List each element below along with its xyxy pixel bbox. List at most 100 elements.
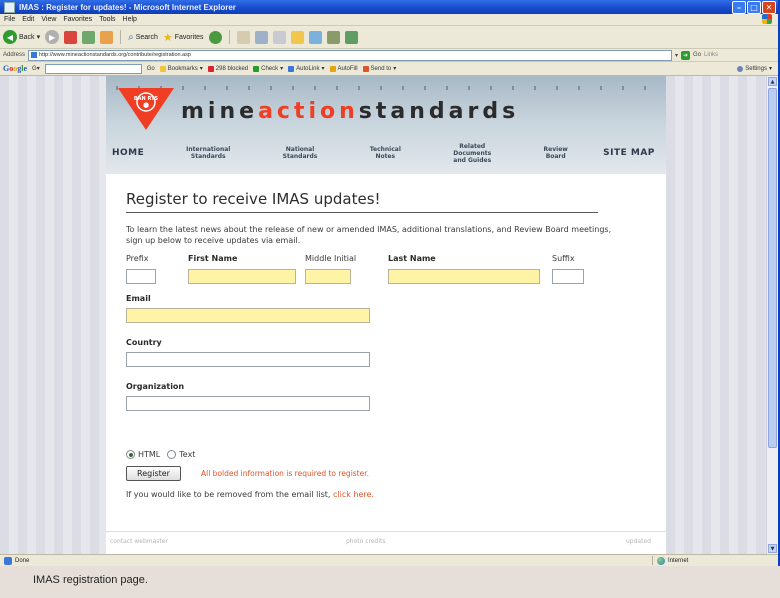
first-name-input[interactable] xyxy=(188,269,296,284)
page-footer: contact webmaster photo credits updated xyxy=(106,531,666,552)
scroll-up-arrow-icon[interactable]: ▲ xyxy=(768,77,777,86)
window-title: IMAS : Register for updates! - Microsoft… xyxy=(19,2,236,12)
favorites-button[interactable]: ★ Favorites xyxy=(163,31,204,44)
menu-tools[interactable]: Tools xyxy=(99,16,115,23)
address-bar: Address http://www.mineactionstandards.o… xyxy=(0,49,778,62)
google-g-dropdown[interactable]: G▾ xyxy=(32,65,40,72)
autofill-button[interactable]: AutoFill xyxy=(329,65,358,72)
address-label: Address xyxy=(3,52,26,58)
updated-text: updated xyxy=(626,538,651,545)
bookmarks-button[interactable]: Bookmarks ▾ xyxy=(159,65,203,72)
site-logo-wordmark[interactable]: mineactionstandards xyxy=(181,99,519,124)
refresh-icon[interactable] xyxy=(82,30,96,44)
autolink-button[interactable]: AutoLink ▾ xyxy=(288,65,325,72)
popup-blocker-button[interactable]: 298 blocked xyxy=(207,65,248,72)
windows-logo-icon xyxy=(762,14,772,24)
address-url: http://www.mineactionstandards.org/contr… xyxy=(39,52,191,58)
google-go-button[interactable]: Go xyxy=(147,66,155,72)
home-icon[interactable] xyxy=(100,30,114,44)
spellcheck-button[interactable]: Check ▾ xyxy=(253,65,283,72)
photo-credits-link[interactable]: photo credits xyxy=(346,538,386,545)
mine-warning-logo-icon[interactable]: BAN RTS ● xyxy=(116,84,176,132)
settings-icon xyxy=(737,65,744,72)
zone-label: Internet xyxy=(668,557,689,564)
intro-text: To learn the latest news about the relea… xyxy=(126,225,612,245)
middle-initial-input[interactable] xyxy=(305,269,351,284)
addon-icon[interactable] xyxy=(344,30,358,44)
register-button[interactable]: Register xyxy=(126,466,181,481)
settings-button[interactable]: Settings ▾ xyxy=(737,65,772,72)
forward-button[interactable]: ▶ xyxy=(45,30,60,44)
organization-label: Organization xyxy=(126,382,185,391)
title-divider xyxy=(126,212,598,213)
google-search-input[interactable] xyxy=(44,63,142,74)
menu-view[interactable]: View xyxy=(41,16,56,23)
back-label: Back xyxy=(19,33,35,41)
first-name-label: First Name xyxy=(188,254,238,263)
header-dot-pattern xyxy=(116,86,661,90)
page-viewport[interactable]: BAN RTS ● mineactionstandards HOME Inter… xyxy=(0,76,766,554)
search-icon: ⌕ xyxy=(128,31,134,43)
favorites-label: Favorites xyxy=(174,33,204,41)
google-toolbar: Google G▾ Go Bookmarks ▾ 298 blocked Chec… xyxy=(0,62,778,76)
menu-edit[interactable]: Edit xyxy=(22,16,34,23)
check-icon xyxy=(253,65,260,72)
stop-icon[interactable] xyxy=(64,30,78,44)
send-icon xyxy=(362,65,369,72)
prefix-input[interactable] xyxy=(126,269,156,284)
text-radio[interactable] xyxy=(167,450,177,459)
menu-help[interactable]: Help xyxy=(123,16,137,23)
go-button[interactable]: ➜ xyxy=(681,50,691,60)
go-label: Go xyxy=(693,52,702,58)
unsubscribe-link[interactable]: click here. xyxy=(333,490,374,499)
send-to-button[interactable]: Send to ▾ xyxy=(362,65,396,72)
messenger-icon[interactable] xyxy=(308,30,322,44)
email-input[interactable] xyxy=(126,308,370,323)
nav-technical-notes[interactable]: Technical Notes xyxy=(344,146,428,160)
minimize-button[interactable]: – xyxy=(732,1,746,14)
scroll-thumb[interactable] xyxy=(768,88,777,448)
mail-icon[interactable] xyxy=(236,30,250,44)
country-input[interactable] xyxy=(126,352,370,367)
ie-icon xyxy=(4,1,15,13)
organization-input[interactable] xyxy=(126,396,370,411)
menu-bar: File Edit View Favorites Tools Help xyxy=(0,14,778,26)
research-icon[interactable] xyxy=(326,30,340,44)
nav-related-documents[interactable]: Related Documents and Guides xyxy=(427,143,517,164)
back-button[interactable]: ◀ Back ▾ xyxy=(3,30,40,44)
autolink-icon xyxy=(288,65,295,72)
figure-caption: IMAS registration page. xyxy=(33,574,148,586)
nav-international-standards[interactable]: International Standards xyxy=(160,146,257,160)
last-name-input[interactable] xyxy=(388,269,540,284)
back-arrow-icon: ◀ xyxy=(3,30,17,44)
history-icon[interactable] xyxy=(208,30,222,44)
close-button[interactable]: ✕ xyxy=(762,1,776,14)
html-radio[interactable] xyxy=(126,450,135,459)
menu-file[interactable]: File xyxy=(4,16,15,23)
unsubscribe-prefix: If you would like to be removed from the… xyxy=(126,490,333,499)
print-icon[interactable] xyxy=(254,30,268,44)
nav-review-board[interactable]: Review Board xyxy=(517,146,594,160)
scroll-down-arrow-icon[interactable]: ▼ xyxy=(768,544,777,553)
star-icon: ★ xyxy=(162,31,173,44)
suffix-input[interactable] xyxy=(552,269,584,284)
text-option-label: Text xyxy=(179,450,196,459)
email-format-options: HTML Text xyxy=(126,450,195,459)
nav-site-map[interactable]: SITE MAP xyxy=(594,148,664,158)
site-navigation: HOME International Standards National St… xyxy=(112,134,664,172)
nav-national-standards[interactable]: National Standards xyxy=(257,146,344,160)
folder-icon[interactable] xyxy=(290,30,304,44)
address-dropdown-icon[interactable]: ▾ xyxy=(675,52,678,59)
search-button[interactable]: ⌕ Search xyxy=(128,32,158,43)
restore-button[interactable]: □ xyxy=(747,1,761,14)
contact-webmaster-link[interactable]: contact webmaster xyxy=(110,538,168,545)
nav-home[interactable]: HOME xyxy=(112,148,160,158)
address-input[interactable]: http://www.mineactionstandards.org/contr… xyxy=(28,49,673,61)
unsubscribe-text: If you would like to be removed from the… xyxy=(126,490,374,499)
country-label: Country xyxy=(126,338,162,347)
html-option-label: HTML xyxy=(138,450,161,459)
menu-favorites[interactable]: Favorites xyxy=(63,16,92,23)
links-label[interactable]: Links xyxy=(704,52,718,58)
edit-icon[interactable] xyxy=(272,30,286,44)
vertical-scrollbar[interactable]: ▲ ▼ xyxy=(766,76,778,554)
